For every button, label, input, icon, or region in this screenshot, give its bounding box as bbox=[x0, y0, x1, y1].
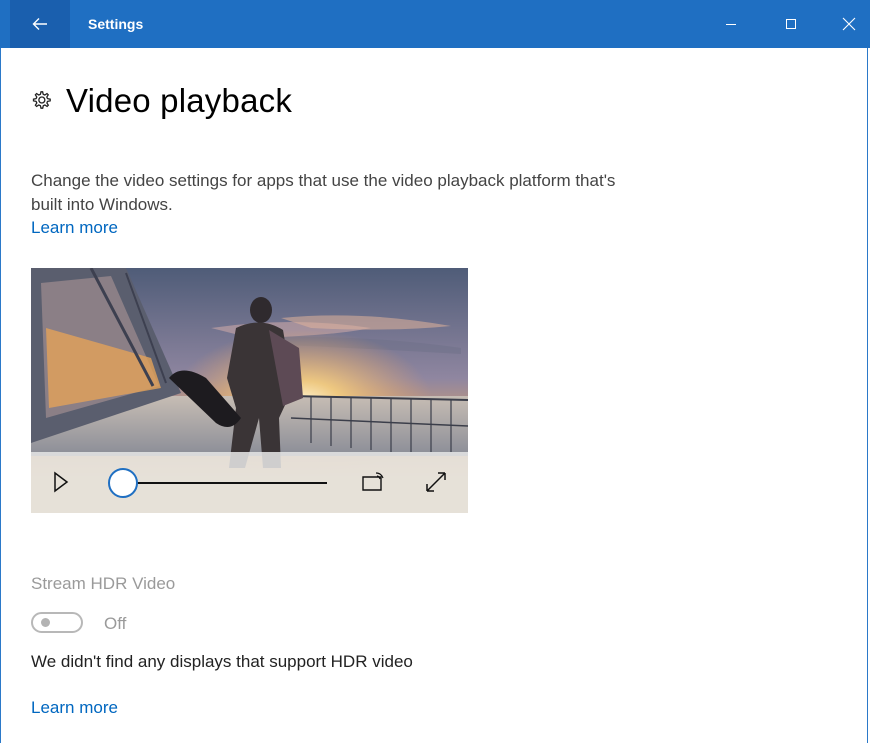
title-bar: Settings bbox=[0, 0, 870, 48]
page-title: Video playback bbox=[66, 82, 293, 119]
close-icon bbox=[842, 17, 856, 31]
page-description: Change the video settings for apps that … bbox=[31, 171, 616, 214]
hdr-toggle-state: Off bbox=[104, 614, 127, 633]
back-button[interactable] bbox=[10, 0, 70, 48]
toggle-knob bbox=[41, 618, 50, 627]
hdr-label: Stream HDR Video bbox=[31, 574, 176, 593]
hdr-learn-more-link[interactable]: Learn more bbox=[31, 698, 118, 718]
page-header: Video playback bbox=[30, 78, 292, 124]
play-icon[interactable] bbox=[53, 471, 69, 493]
minimize-icon bbox=[726, 24, 736, 25]
app-title: Settings bbox=[88, 16, 144, 32]
hdr-toggle[interactable] bbox=[31, 612, 83, 633]
close-button[interactable] bbox=[826, 0, 870, 48]
cast-icon[interactable] bbox=[361, 472, 385, 492]
learn-more-link[interactable]: Learn more bbox=[31, 218, 118, 238]
maximize-button[interactable] bbox=[768, 0, 814, 48]
seek-slider[interactable] bbox=[105, 466, 335, 500]
minimize-button[interactable] bbox=[708, 0, 754, 48]
back-arrow-icon bbox=[32, 18, 47, 30]
gear-icon bbox=[32, 91, 51, 109]
video-preview[interactable] bbox=[31, 268, 468, 513]
fullscreen-icon[interactable] bbox=[424, 470, 448, 494]
video-controls-bar bbox=[31, 452, 468, 513]
hdr-note: We didn't find any displays that support… bbox=[31, 652, 413, 671]
maximize-icon bbox=[786, 19, 796, 29]
